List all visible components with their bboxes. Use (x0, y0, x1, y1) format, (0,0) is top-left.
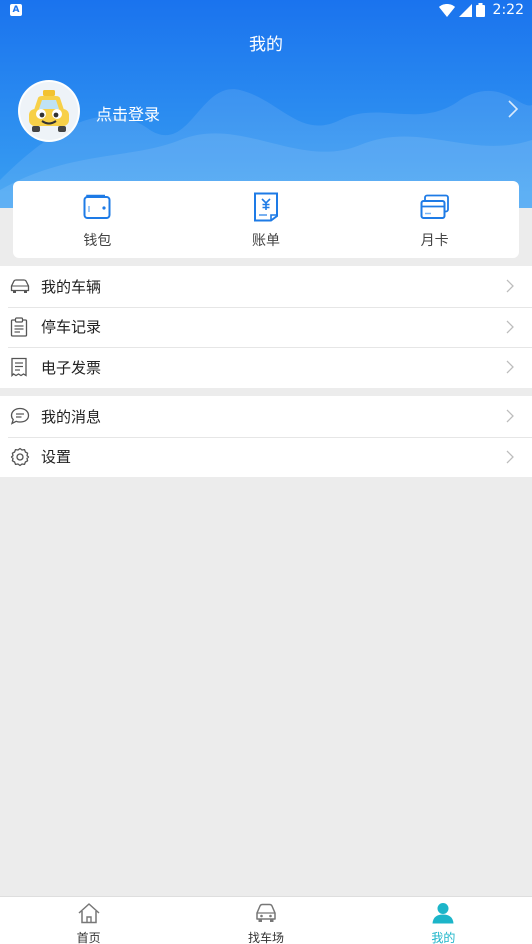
menu-item-label: 停车记录 (41, 318, 102, 337)
tab-find-parking[interactable]: 找车场 (177, 897, 354, 944)
status-bar: A 2:22 (0, 0, 532, 22)
tab-label: 我的 (431, 931, 456, 944)
bottom-tab-bar: 首页 找车场 我的 (0, 896, 532, 944)
menu-item-my-vehicles[interactable]: 我的车辆 (0, 266, 532, 307)
chevron-right-icon (506, 279, 514, 293)
bill-icon (253, 192, 278, 221)
taxi-avatar-icon (29, 90, 69, 132)
car-icon (256, 903, 276, 922)
login-link[interactable]: 点击登录 (96, 101, 160, 125)
user-icon (432, 903, 454, 924)
tab-mine[interactable]: 我的 (355, 897, 532, 944)
clipboard-icon (10, 317, 28, 337)
avatar[interactable] (18, 80, 80, 142)
menu-item-parking-records[interactable]: 停车记录 (0, 306, 532, 348)
chevron-right-icon (506, 450, 514, 463)
bill-button[interactable]: 账单 (206, 190, 326, 250)
menu-item-settings[interactable]: 设置 (0, 436, 532, 478)
gear-icon (10, 447, 30, 466)
wallet-button[interactable]: 钱包 (37, 190, 157, 250)
menu-item-label: 设置 (41, 448, 72, 467)
home-icon (78, 903, 100, 924)
card-icon (420, 194, 449, 219)
wallet-label: 钱包 (83, 232, 112, 249)
monthly-card-label: 月卡 (420, 232, 449, 249)
clock: 2:22 (492, 2, 524, 18)
notification-badge: A (10, 4, 22, 16)
message-icon (10, 408, 30, 426)
bill-label: 账单 (251, 232, 280, 249)
menu-item-label: 我的消息 (41, 407, 102, 426)
chevron-right-icon (506, 409, 514, 423)
battery-icon (475, 3, 485, 17)
menu-item-label: 电子发票 (41, 358, 102, 377)
menu-item-messages[interactable]: 我的消息 (0, 396, 532, 437)
chevron-right-icon (506, 320, 514, 333)
wallet-icon (83, 194, 111, 219)
page-title: 我的 (249, 35, 283, 55)
menu-group-vehicle: 我的车辆 停车记录 电子发票 (0, 266, 532, 388)
wifi-icon (438, 3, 455, 17)
chevron-right-icon (506, 360, 514, 374)
invoice-icon (11, 358, 27, 378)
quick-actions-card: 钱包 账单 月卡 (13, 181, 519, 258)
car-icon (10, 279, 30, 294)
menu-item-e-invoice[interactable]: 电子发票 (0, 347, 532, 388)
tab-label: 找车场 (247, 931, 284, 944)
signal-icon (458, 3, 472, 17)
menu-group-general: 我的消息 设置 (0, 396, 532, 477)
chevron-right-icon[interactable] (508, 100, 518, 118)
tab-label: 首页 (76, 931, 101, 944)
monthly-card-button[interactable]: 月卡 (375, 190, 495, 250)
menu-item-label: 我的车辆 (41, 277, 102, 296)
tab-home[interactable]: 首页 (0, 897, 177, 944)
profile-header: A 2:22 我的 点击登录 (0, 0, 532, 208)
